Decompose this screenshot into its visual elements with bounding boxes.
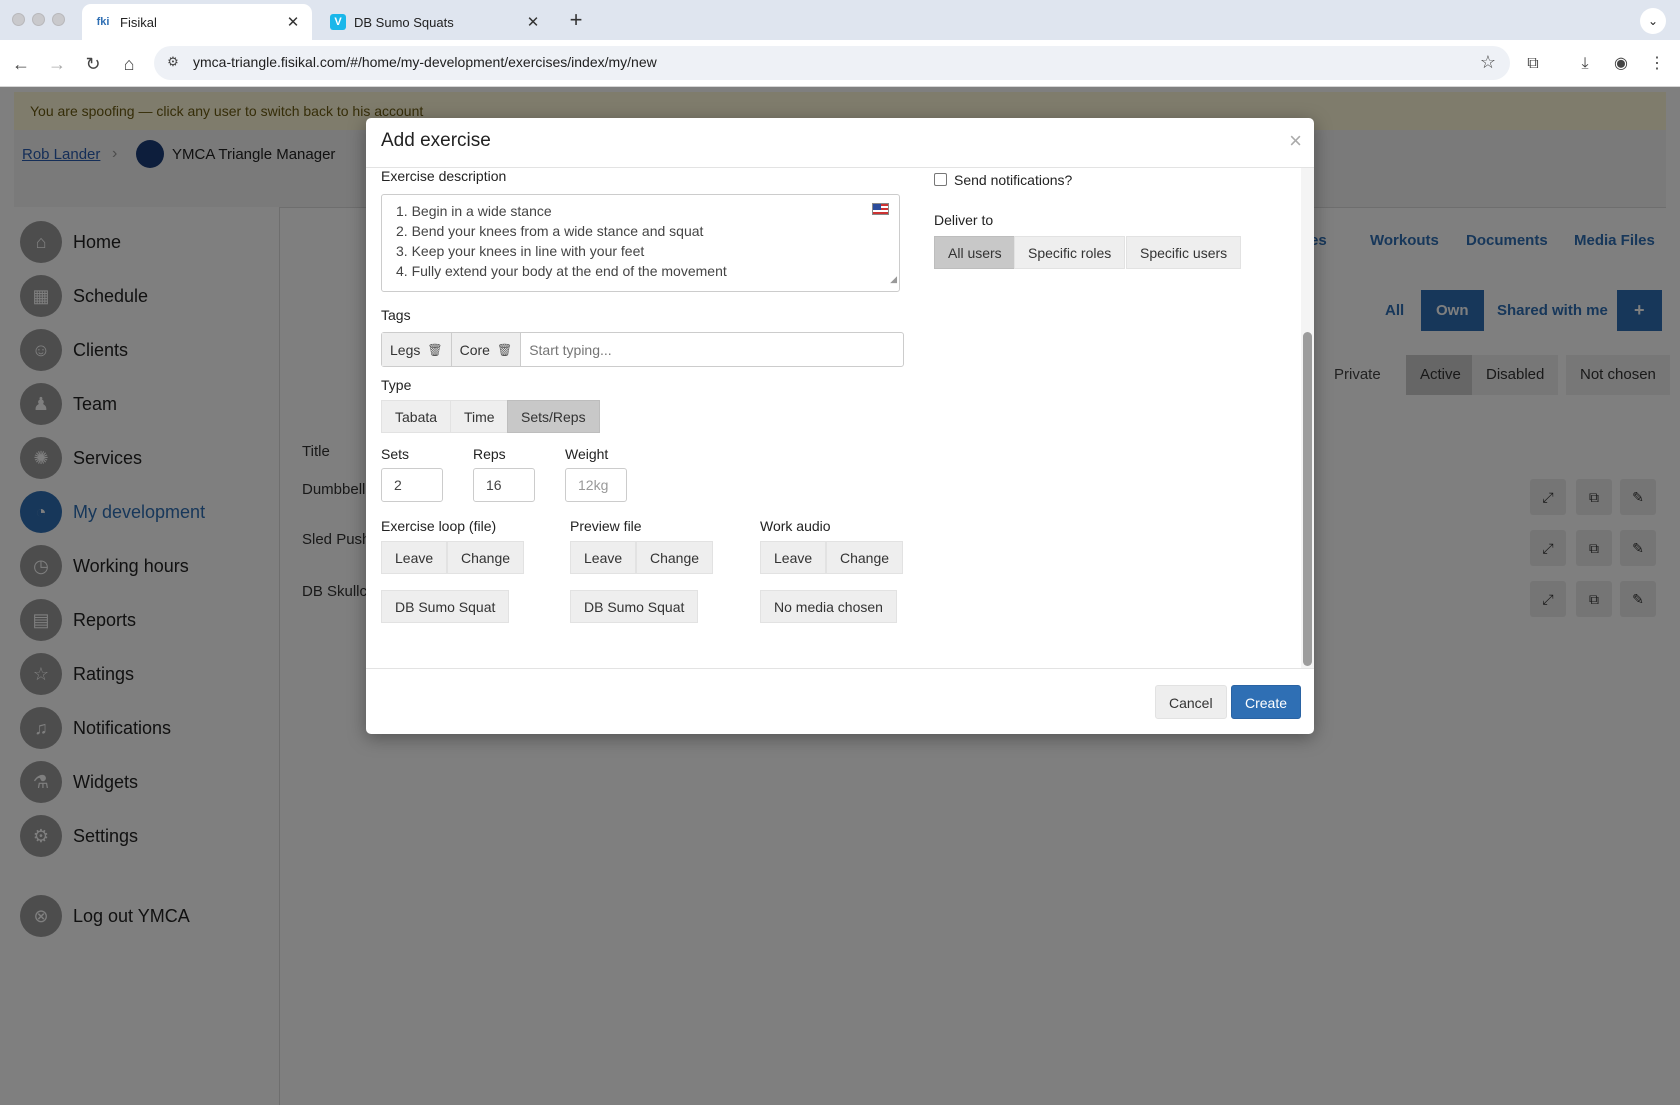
preview-leave-button[interactable]: Leave	[570, 541, 637, 574]
reload-icon[interactable]: ↻	[80, 51, 106, 77]
cancel-button[interactable]: Cancel	[1155, 685, 1227, 719]
modal-form-scroll-area: Exercise description 1. Begin in a wide …	[366, 168, 1301, 668]
tag-chip: Legs 🗑	[382, 333, 452, 366]
site-settings-icon[interactable]: ⚙	[164, 54, 182, 72]
create-button[interactable]: Create	[1231, 685, 1302, 719]
modal-footer: Cancel Create	[366, 668, 1314, 734]
tab-close-icon[interactable]: ✕	[284, 13, 302, 31]
url-text: ymca-triangle.fisikal.com/#/home/my-deve…	[193, 54, 657, 70]
new-tab-icon[interactable]: +	[563, 8, 589, 34]
trash-icon[interactable]: 🗑	[427, 343, 442, 357]
description-line: 4. Fully extend your body at the end of …	[396, 263, 727, 279]
tags-label: Tags	[381, 307, 411, 323]
description-line: 2. Bend your knees from a wide stance an…	[396, 223, 704, 239]
loop-file-name: DB Sumo Squat	[381, 590, 510, 623]
us-flag-icon[interactable]	[872, 203, 889, 215]
window-close-dot[interactable]	[12, 13, 25, 26]
tab-title: DB Sumo Squats	[354, 14, 454, 30]
tags-input[interactable]: Legs 🗑 Core 🗑	[381, 332, 904, 367]
resize-handle-icon[interactable]: ◢	[890, 269, 897, 289]
sets-label: Sets	[381, 446, 410, 462]
browser-tab-bar: fki Fisikal ✕ V DB Sumo Squats ✕ + ⌄	[0, 0, 1680, 40]
bookmark-star-icon[interactable]: ☆	[1480, 52, 1496, 73]
back-icon[interactable]: ←	[8, 51, 34, 77]
tag-chip: Core 🗑	[451, 333, 522, 366]
exercise-loop-label: Exercise loop (file)	[381, 518, 497, 534]
send-notifications-label[interactable]: Send notifications?	[954, 172, 1072, 188]
browser-tab-fisikal[interactable]: fki Fisikal ✕	[82, 4, 312, 40]
tab-close-icon[interactable]: ✕	[524, 13, 542, 31]
type-sets-reps-button[interactable]: Sets/Reps	[507, 400, 600, 433]
audio-file-name: No media chosen	[760, 590, 897, 623]
browser-toolbar: ← → ↻ ⌂ ⚙ ymca-triangle.fisikal.com/#/ho…	[0, 40, 1680, 87]
deliver-specific-roles-button[interactable]: Specific roles	[1014, 236, 1126, 269]
download-icon[interactable]: ⤓	[1572, 51, 1598, 77]
modal-scrollbar-thumb[interactable]	[1303, 332, 1312, 666]
profile-icon[interactable]: ◉	[1608, 51, 1634, 77]
modal-header: Add exercise ×	[366, 118, 1314, 168]
preview-change-button[interactable]: Change	[636, 541, 714, 574]
tag-label: Core	[459, 341, 490, 358]
tab-title: Fisikal	[120, 14, 157, 30]
description-textarea[interactable]: 1. Begin in a wide stance 2. Bend your k…	[381, 194, 900, 292]
trash-icon[interactable]: 🗑	[497, 343, 512, 357]
work-audio-label: Work audio	[760, 518, 831, 534]
sets-input[interactable]: 2	[381, 468, 443, 502]
audio-change-button[interactable]: Change	[826, 541, 904, 574]
description-line: 3. Keep your knees in line with your fee…	[396, 243, 645, 259]
tags-text-input[interactable]	[521, 333, 903, 366]
tab-search-chevron-icon[interactable]: ⌄	[1640, 8, 1666, 34]
deliver-all-users-button[interactable]: All users	[934, 236, 1016, 269]
preview-file-label: Preview file	[570, 518, 642, 534]
type-tabata-button[interactable]: Tabata	[381, 400, 452, 433]
extensions-icon[interactable]: ⧉	[1520, 51, 1546, 77]
window-zoom-dot[interactable]	[52, 13, 65, 26]
audio-leave-button[interactable]: Leave	[760, 541, 827, 574]
browser-tab-db-sumo-squats[interactable]: V DB Sumo Squats ✕	[318, 4, 552, 40]
vimeo-favicon-icon: V	[330, 14, 346, 30]
add-exercise-modal: Add exercise × Exercise description 1. B…	[366, 118, 1314, 734]
deliver-to-label: Deliver to	[934, 212, 994, 228]
weight-label: Weight	[565, 446, 609, 462]
window-minimize-dot[interactable]	[32, 13, 45, 26]
fisikal-favicon-icon: fki	[96, 16, 110, 28]
description-label: Exercise description	[381, 168, 507, 184]
type-time-button[interactable]: Time	[450, 400, 509, 433]
reps-label: Reps	[473, 446, 506, 462]
preview-file-name: DB Sumo Squat	[570, 590, 699, 623]
tag-label: Legs	[390, 341, 421, 358]
deliver-specific-users-button[interactable]: Specific users	[1126, 236, 1242, 269]
reps-input[interactable]: 16	[473, 468, 535, 502]
modal-title: Add exercise	[381, 130, 491, 151]
close-icon[interactable]: ×	[1289, 130, 1302, 152]
type-label: Type	[381, 377, 412, 393]
description-line: 1. Begin in a wide stance	[396, 203, 552, 219]
send-notifications-checkbox[interactable]	[934, 173, 947, 186]
loop-change-button[interactable]: Change	[447, 541, 525, 574]
loop-leave-button[interactable]: Leave	[381, 541, 448, 574]
home-icon[interactable]: ⌂	[116, 51, 142, 77]
menu-kebab-icon[interactable]: ⋮	[1644, 51, 1670, 77]
address-bar[interactable]: ⚙ ymca-triangle.fisikal.com/#/home/my-de…	[154, 46, 1510, 80]
weight-input[interactable]: 12kg	[565, 468, 627, 502]
forward-icon[interactable]: →	[44, 51, 70, 77]
